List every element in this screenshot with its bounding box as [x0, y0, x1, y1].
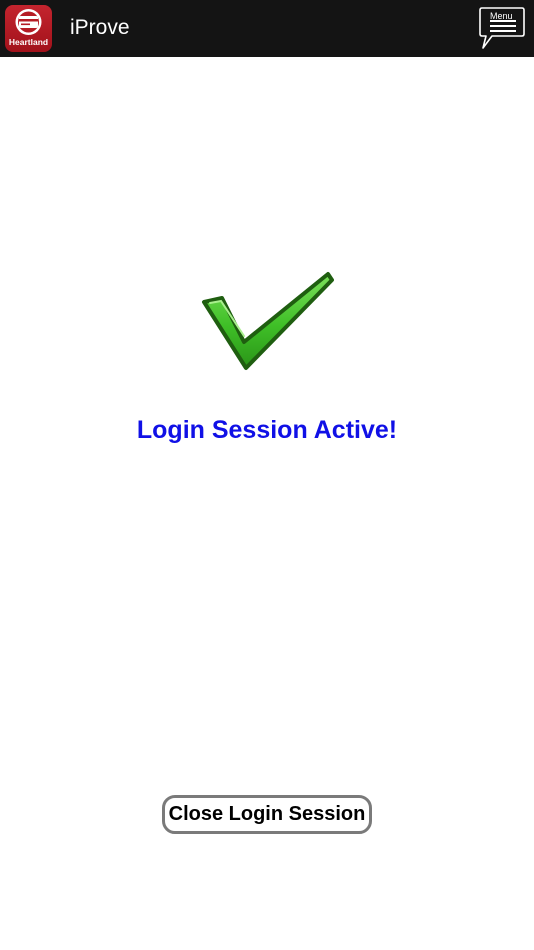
logo-text: Heartland [8, 37, 49, 47]
menu-button[interactable]: Menu [478, 6, 526, 50]
checkmark-icon [202, 272, 334, 370]
app-title: iProve [70, 16, 130, 39]
top-bar: Heartland iProve Menu [0, 0, 534, 57]
heartland-logo-icon: Heartland [5, 5, 52, 52]
menu-label: Menu [490, 11, 513, 21]
login-status-text: Login Session Active! [136, 416, 398, 444]
screen: Heartland iProve Menu Login Session Acti… [0, 0, 534, 950]
close-login-session-button[interactable]: Close Login Session [162, 795, 372, 834]
